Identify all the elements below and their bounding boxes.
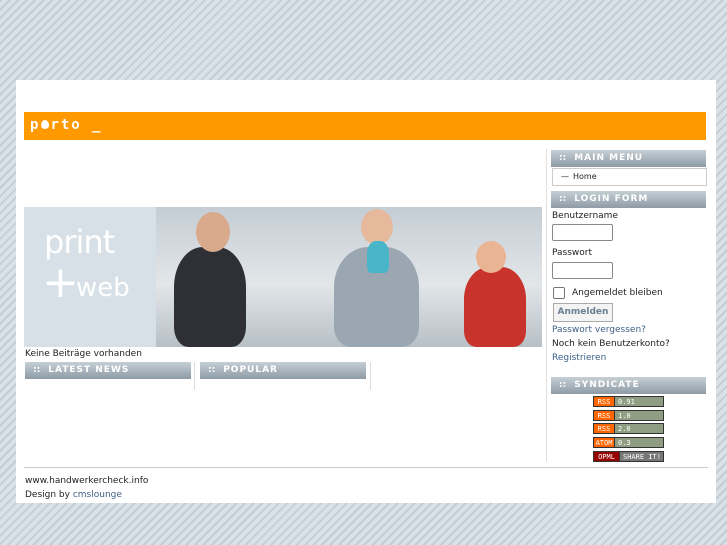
atom-03-badge[interactable]: ATOM 0.3 [593, 437, 664, 448]
module-dots: :: [559, 194, 567, 204]
password-input[interactable] [552, 262, 613, 279]
no-entries-text: Keine Beiträge vorhanden [25, 349, 142, 359]
banner-text-panel: print + web [24, 207, 156, 347]
syndicate-header: :: SYNDICATE [551, 377, 706, 394]
username-input[interactable] [552, 224, 613, 241]
logo-drop-icon [41, 120, 50, 129]
sidebar-divider [546, 149, 547, 462]
badge-right: 0.91 [615, 396, 664, 407]
footer-design-prefix: Design by [25, 490, 73, 500]
logo-text-end: rto _ [50, 117, 103, 133]
remember-label: Angemeldet bleiben [572, 288, 663, 298]
rss-091-badge[interactable]: RSS 0.91 [593, 396, 664, 407]
banner-web-text: web [76, 273, 130, 303]
remember-checkbox[interactable] [553, 287, 565, 299]
badge-right: 2.0 [615, 423, 664, 434]
badge-right: 1.0 [615, 410, 664, 421]
main-menu-header: :: MAIN MENU [551, 150, 706, 167]
header-bar: p rto _ [24, 112, 706, 140]
footer-site-text: www.handwerkercheck.info [25, 476, 149, 486]
banner-plus-text: + [42, 257, 79, 308]
module-dots: :: [33, 365, 41, 375]
menu-item-home[interactable]: — Home [552, 168, 707, 186]
module-dots: :: [559, 153, 567, 163]
menu-bullet-icon: — [561, 172, 569, 181]
footer-divider [24, 467, 708, 468]
page-container: p rto _ print + web Keine Beiträge vorhan… [16, 80, 716, 503]
module-dots: :: [559, 380, 567, 390]
cmslounge-link[interactable]: cmslounge [73, 490, 122, 500]
column-divider [370, 362, 371, 390]
login-form-header: :: LOGIN FORM [551, 191, 706, 208]
rss-20-badge[interactable]: RSS 2.0 [593, 423, 664, 434]
main-menu-title: MAIN MENU [574, 153, 644, 163]
footer-design-credit: Design by cmslounge [25, 490, 122, 500]
badge-left: RSS [593, 423, 615, 434]
module-dots: :: [208, 365, 216, 375]
badge-left: RSS [593, 396, 615, 407]
username-label: Benutzername [552, 211, 618, 221]
banner-print-text: print [44, 223, 115, 261]
menu-item-label: Home [573, 172, 597, 181]
latest-news-title: LATEST NEWS [48, 365, 130, 375]
latest-news-header: :: LATEST NEWS [25, 362, 191, 379]
register-link[interactable]: Registrieren [552, 353, 606, 363]
popular-title: POPULAR [223, 365, 278, 375]
rss-10-badge[interactable]: RSS 1.0 [593, 410, 664, 421]
logo-text-start: p [30, 117, 41, 133]
badge-left: RSS [593, 410, 615, 421]
login-form-title: LOGIN FORM [574, 194, 649, 204]
forgot-password-link[interactable]: Passwort vergessen? [552, 325, 646, 335]
login-button[interactable]: Anmelden [553, 303, 613, 322]
badge-right: SHARE IT! [620, 451, 664, 462]
opml-share-badge[interactable]: OPML SHARE IT! [593, 451, 664, 462]
badge-left: OPML [593, 451, 620, 462]
syndicate-title: SYNDICATE [574, 380, 640, 390]
popular-header: :: POPULAR [200, 362, 366, 379]
header-banner-image: print + web [24, 207, 542, 347]
badge-left: ATOM [593, 437, 615, 448]
site-logo[interactable]: p rto _ [30, 117, 103, 133]
column-divider [194, 362, 195, 390]
no-account-text: Noch kein Benutzerkonto? [552, 339, 670, 349]
badge-right: 0.3 [615, 437, 664, 448]
password-label: Passwort [552, 248, 593, 258]
